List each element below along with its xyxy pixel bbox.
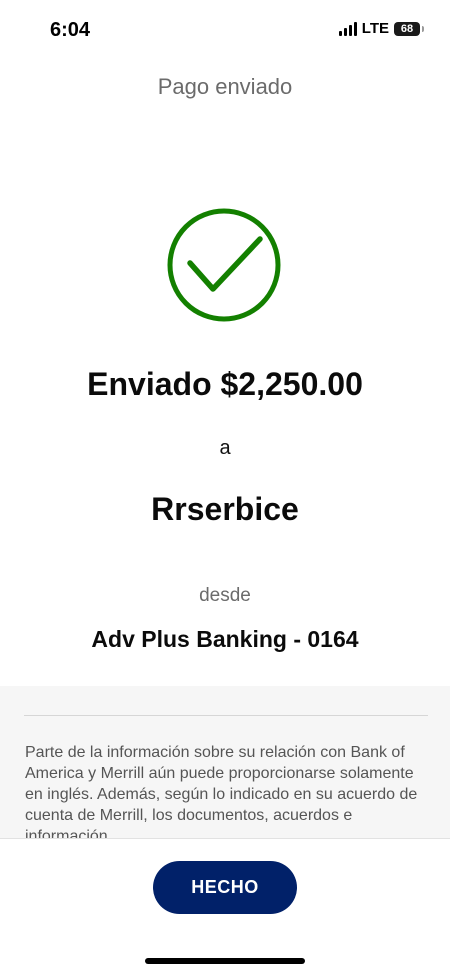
status-indicators: LTE 68	[338, 20, 424, 37]
battery-icon: 68	[394, 21, 424, 36]
source-account: Adv Plus Banking - 0164	[91, 626, 359, 652]
footer: HECHO	[0, 838, 450, 976]
done-button[interactable]: HECHO	[153, 861, 297, 914]
signal-icon	[338, 21, 357, 36]
sent-amount: Enviado $2,250.00	[87, 366, 363, 402]
network-label: LTE	[361, 20, 389, 37]
disclaimer-scroll-area[interactable]: Parte de la información sobre su relació…	[0, 686, 450, 838]
recipient-name: Rrserbice	[151, 491, 299, 527]
connector-to: a	[219, 437, 231, 459]
disclaimer-text: Parte de la información sobre su relació…	[25, 744, 418, 838]
status-time: 6:04	[50, 19, 91, 41]
home-indicator[interactable]	[145, 958, 305, 964]
connector-from: desde	[199, 585, 251, 606]
divider	[24, 715, 428, 716]
page-title: Pago enviado	[157, 74, 293, 99]
checkmark-circle-icon	[167, 208, 281, 322]
status-bar: 6:04 LTE 68	[0, 0, 450, 60]
